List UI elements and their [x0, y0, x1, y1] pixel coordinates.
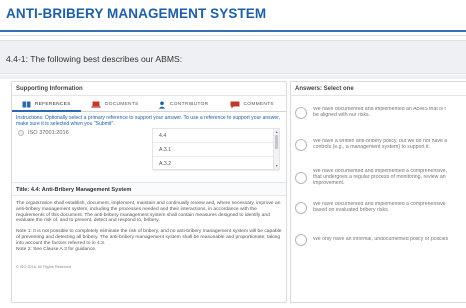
tab-documents-label: DOCUMENTS	[104, 102, 139, 107]
answer-radio[interactable]	[295, 139, 307, 151]
person-icon	[158, 101, 166, 109]
answer-text: improvement.	[313, 179, 345, 186]
clause-item[interactable]: A.3.2	[153, 157, 279, 171]
answer-option-5[interactable]: We only have an informal, undocumented p…	[295, 230, 466, 250]
tab-comments[interactable]: COMMENTS	[217, 98, 286, 112]
tab-references-label: REFERENCES	[34, 101, 71, 107]
reference-note: Note 2: See Clause A.3 for guidance.	[16, 246, 97, 252]
reference-option[interactable]: ISO 37001:2016	[18, 130, 69, 136]
tab-references[interactable]: REFERENCES	[12, 98, 81, 112]
book-icon	[22, 101, 31, 108]
answer-option-4[interactable]: We have documented and implemented a com…	[295, 198, 466, 218]
clause-item[interactable]: A.3.1	[153, 143, 279, 157]
reference-radio[interactable]	[18, 130, 24, 136]
tab-documents[interactable]: DOCUMENTS	[80, 98, 149, 112]
answer-option-3[interactable]: We have documented and implemented a com…	[295, 166, 466, 190]
reference-paragraph: The organization shall establish, docume…	[16, 201, 281, 224]
answer-text: be aligned with our risks.	[313, 112, 371, 118]
clause-scrollbar[interactable]: ▲ ▼	[273, 129, 279, 169]
tab-comments-label: COMMENTS	[243, 102, 274, 107]
copyright-text: © ISO 2016, All Rights Reserved	[16, 265, 72, 269]
supporting-info-panel: Supporting Information REFERENCES DOCUME…	[11, 81, 287, 303]
answer-radio[interactable]	[295, 172, 307, 184]
reference-label: ISO 37001:2016	[28, 130, 69, 136]
scroll-down-icon[interactable]: ▼	[275, 164, 278, 168]
question-text: 4.4-1: The following best describes our …	[6, 54, 183, 64]
answer-text: based on evaluated bribery risks.	[313, 207, 390, 213]
scroll-thumb[interactable]	[275, 135, 278, 149]
reference-selector: ISO 37001:2016 4.4 A.3.1 A.3.2 ▲ ▼	[12, 128, 286, 171]
scroll-up-icon[interactable]: ▲	[275, 130, 278, 134]
answer-option-1[interactable]: We have documented and implemented an AB…	[295, 103, 466, 123]
comment-icon	[230, 101, 240, 109]
reference-note: Note 1: It is not possible to completely…	[16, 229, 282, 246]
answer-radio[interactable]	[295, 234, 307, 246]
title-divider	[0, 30, 466, 32]
title-divider-light	[0, 35, 466, 36]
answer-text: controls (e.g., a management system) to …	[313, 144, 431, 150]
answer-radio[interactable]	[295, 202, 307, 214]
clause-item[interactable]: 4.4	[153, 129, 279, 143]
laptop-icon	[91, 101, 101, 108]
instructions-text: Instructions: Optionally select a primar…	[16, 115, 281, 127]
answers-header: Answers: Select one	[291, 82, 466, 96]
tab-contributor[interactable]: CONTRIBUTOR	[149, 98, 218, 112]
answer-text: We only have an informal, undocumented p…	[313, 237, 449, 243]
answer-option-2[interactable]: We have a written anti-bribery policy, b…	[295, 135, 466, 155]
answer-radio[interactable]	[295, 107, 307, 119]
reference-title: Title: 4.4: Anti-Bribery Management Syst…	[12, 182, 286, 196]
supporting-info-header: Supporting Information	[12, 82, 286, 96]
tab-contributor-label: CONTRIBUTOR	[170, 102, 209, 107]
clause-list: 4.4 A.3.1 A.3.2 ▲ ▼	[152, 128, 280, 171]
app-title: ANTI-BRIBERY MANAGEMENT SYSTEM	[6, 6, 267, 21]
reference-body: The organization shall establish, docume…	[16, 201, 282, 257]
reference-tabs: REFERENCES DOCUMENTS CONTRIBUTOR COMMENT…	[12, 98, 286, 112]
gap-band	[0, 75, 466, 79]
answers-panel: Answers: Select one We have documented a…	[290, 81, 466, 303]
